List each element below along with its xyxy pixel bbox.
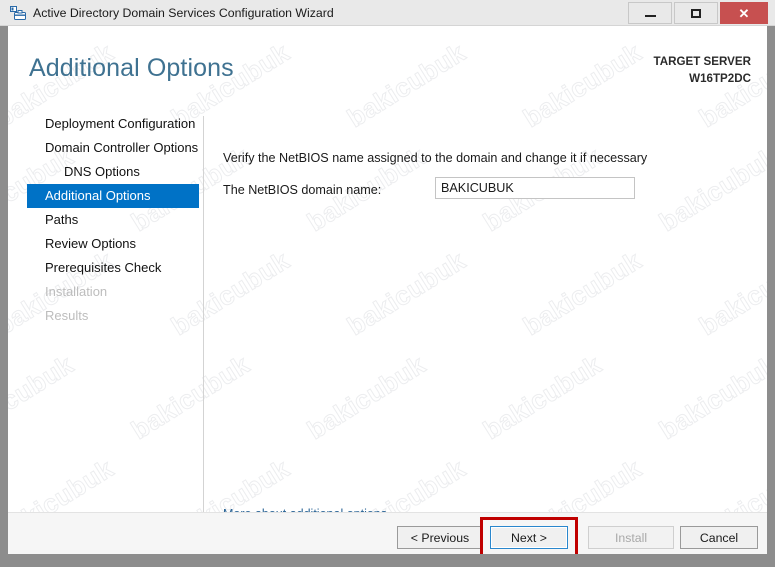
watermark-text: bakicubuk [477, 26, 607, 30]
wizard-window: Active Directory Domain Services Configu… [0, 0, 775, 567]
main-content: Verify the NetBIOS name assigned to the … [204, 112, 767, 521]
maximize-icon [691, 8, 701, 18]
sidebar-item-paths[interactable]: Paths [8, 208, 203, 232]
sidebar-item-dns-options[interactable]: DNS Options [8, 160, 203, 184]
watermark-text: bakicubuk [125, 26, 255, 30]
close-button[interactable]: ✕ [720, 2, 768, 24]
title-bar: Active Directory Domain Services Configu… [0, 0, 775, 26]
next-button[interactable]: Next > [490, 526, 568, 549]
wizard-footer: < Previous Next > Install Cancel [8, 513, 767, 554]
minimize-icon [644, 14, 656, 17]
sidebar-item-additional-options[interactable]: Additional Options [27, 184, 199, 208]
sidebar-item-results: Results [45, 308, 89, 323]
server-wizard-icon [10, 5, 26, 21]
watermark-text: bakicubuk [8, 26, 79, 30]
target-server-info: TARGET SERVER W16TP2DC [654, 53, 752, 87]
page-title: Additional Options [29, 54, 234, 82]
watermark-text: bakicubuk [8, 349, 79, 446]
window-title: Active Directory Domain Services Configu… [33, 6, 334, 20]
wizard-steps-nav: Deployment Configuration Domain Controlle… [8, 112, 203, 328]
sidebar-item-review-options[interactable]: Review Options [8, 232, 203, 256]
sidebar-item-deployment-configuration[interactable]: Deployment Configuration [8, 112, 203, 136]
wizard-client-area: bakicubuk bakicubuk bakicubuk bakicubuk baki… [8, 26, 767, 554]
sidebar-item-prerequisites-check[interactable]: Prerequisites Check [8, 256, 203, 280]
close-icon: ✕ [738, 5, 750, 21]
maximize-button[interactable] [674, 2, 718, 24]
netbios-domain-name-label: The NetBIOS domain name: [223, 183, 382, 197]
install-button[interactable]: Install [588, 526, 674, 549]
target-server-caption: TARGET SERVER [653, 55, 752, 68]
previous-button[interactable]: < Previous [397, 526, 483, 549]
sidebar-item-domain-controller-options[interactable]: Domain Controller Options [8, 136, 203, 160]
cancel-button[interactable]: Cancel [680, 526, 758, 549]
netbios-domain-name-input[interactable] [435, 177, 635, 199]
sidebar-item-installation: Installation [45, 284, 108, 299]
target-server-name: W16TP2DC [689, 72, 751, 85]
watermark-text: bakicubuk [653, 26, 767, 30]
instruction-text: Verify the NetBIOS name assigned to the … [223, 151, 648, 165]
minimize-button[interactable] [628, 2, 672, 24]
watermark-text: bakicubuk [301, 26, 431, 30]
